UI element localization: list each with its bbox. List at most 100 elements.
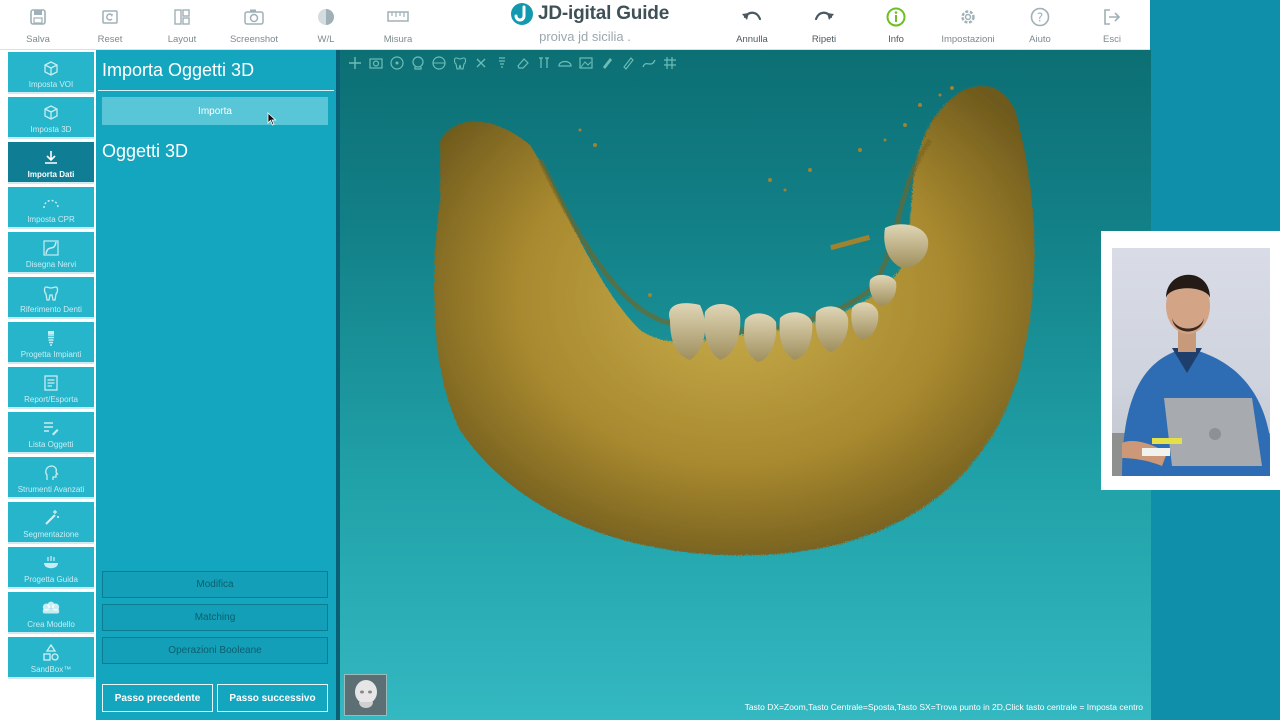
layout-label: Layout [167,34,197,45]
radiation-icon[interactable] [388,54,405,71]
model-teeth-icon [41,598,61,618]
sidebar-item-sandbox[interactable]: SandBox™ [8,637,94,679]
head-icon [354,680,377,708]
list-edit-icon [41,418,61,438]
brand-logo-icon [511,3,533,25]
sphere-icon[interactable] [430,54,447,71]
objects-list-title: Oggetti 3D [102,141,189,161]
next-step-button[interactable]: Passo successivo [217,684,328,712]
redo-label: Ripeti [811,34,837,45]
eraser-icon[interactable] [514,54,531,71]
pen-edit-icon[interactable] [619,54,636,71]
sidebar-item-disegna-nervi[interactable]: Disegna Nervi [8,232,94,274]
info-label: Info [888,34,904,45]
app-window: Salva Reset Layout Screenshot W/L Misura… [0,0,1280,720]
presenter-figure [1112,274,1270,476]
screenshot-button[interactable]: Screenshot [218,0,290,50]
image-icon[interactable] [577,54,594,71]
import-objects-panel: Importa Oggetti 3D Importa Oggetti 3D Mo… [96,50,336,720]
close-icon[interactable] [472,54,489,71]
reset-label: Reset [97,34,123,45]
sidebar-item-progetta-guida[interactable]: Progetta Guida [8,547,94,589]
help-label: Aiuto [1029,34,1051,45]
curve-icon[interactable] [640,54,657,71]
surgical-guide-icon [41,553,61,573]
reset-button[interactable]: Reset [74,0,146,50]
cube-outline-icon [41,58,61,78]
svg-text:?: ? [1037,11,1043,25]
tooth-icon[interactable] [451,54,468,71]
arch-dotted-icon [41,193,61,213]
sidebar-item-report-esporta[interactable]: Report/Esporta [8,367,94,409]
sidebar-item-segmentazione[interactable]: Segmentazione [8,502,94,544]
double-implant-icon[interactable] [535,54,552,71]
exit-label: Esci [1103,34,1121,45]
info-icon [885,6,907,28]
sidebar-item-label: Report/Esporta [24,395,78,404]
sidebar-item-lista-oggetti[interactable]: Lista Oggetti [8,412,94,454]
brand-title-row: JD-igital Guide [510,2,669,26]
screenshot-label: Screenshot [229,34,279,45]
head-profile-icon [41,463,61,483]
magic-wand-icon [41,508,61,528]
brand-header: JD-igital Guide proiva jd sicilia . [500,0,670,50]
save-button[interactable]: Salva [2,0,74,50]
pan-icon[interactable] [346,54,363,71]
guide-icon[interactable] [556,54,573,71]
sidebar-item-label: Crea Modello [27,620,75,629]
sidebar-item-label: Imposta 3D [30,125,72,134]
mandible-3d-render [434,85,1035,556]
info-button[interactable]: Info [860,0,932,50]
wl-button[interactable]: W/L [290,0,362,50]
sidebar-item-imposta-cpr[interactable]: Imposta CPR [8,187,94,229]
report-document-icon [41,373,61,393]
import-button[interactable]: Importa [102,97,328,125]
download-icon [41,148,61,168]
sidebar-item-imposta-voi[interactable]: Imposta VOI [8,52,94,94]
mouse-cursor-icon [267,112,277,126]
measure-button[interactable]: Misura [362,0,434,50]
pen-icon[interactable] [598,54,615,71]
exit-icon [1101,6,1123,28]
camera-icon [243,6,265,28]
sidebar-item-imposta-3d[interactable]: Imposta 3D [8,97,94,139]
orientation-head-widget[interactable] [344,674,387,716]
implant-icon[interactable] [493,54,510,71]
settings-button[interactable]: Impostazioni [932,0,1004,50]
sidebar-item-label: Progetta Guida [24,575,78,584]
modify-button[interactable]: Modifica [102,571,328,598]
sidebar-item-strumenti-avanzati[interactable]: Strumenti Avanzati [8,457,94,499]
sidebar-item-label: Riferimento Denti [20,305,82,314]
sidebar-item-label: Lista Oggetti [28,440,74,449]
help-icon: ? [1029,6,1051,28]
sidebar-item-progetta-impianti[interactable]: Progetta Impianti [8,322,94,364]
measure-label: Misura [383,34,413,45]
undo-button[interactable]: Annulla [716,0,788,50]
viewport-toolbar [346,54,678,71]
sidebar-item-label: Progetta Impianti [20,350,82,359]
camera-icon[interactable] [367,54,384,71]
sidebar-item-importa-dati[interactable]: Importa Dati [8,142,94,184]
mouse-hint-text: Tasto DX=Zoom,Tasto Centrale=Sposta,Tast… [744,702,1143,712]
redo-button[interactable]: Ripeti [788,0,860,50]
sidebar-item-crea-modello[interactable]: Crea Modello [8,592,94,634]
previous-step-button[interactable]: Passo precedente [102,684,213,712]
reset-icon [99,6,121,28]
implant-screw-icon [41,328,61,348]
3d-viewport[interactable]: Tasto DX=Zoom,Tasto Centrale=Sposta,Tast… [336,50,1151,720]
skull-icon[interactable] [409,54,426,71]
workflow-sidebar: Imposta VOI Imposta 3D Importa Dati Impo… [0,50,96,720]
layout-button[interactable]: Layout [146,0,218,50]
help-button[interactable]: ? Aiuto [1004,0,1076,50]
matching-button[interactable]: Matching [102,604,328,631]
exit-button[interactable]: Esci [1076,0,1148,50]
undo-label: Annulla [736,34,768,45]
webcam-video [1112,248,1270,476]
sidebar-item-label: Importa Dati [27,170,75,179]
nerve-curve-icon [41,238,61,258]
sidebar-item-riferimento-denti[interactable]: Riferimento Denti [8,277,94,319]
sidebar-item-label: Imposta CPR [27,215,75,224]
contrast-icon [315,6,337,28]
grid-icon[interactable] [661,54,678,71]
boolean-ops-button[interactable]: Operazioni Booleane [102,637,328,664]
